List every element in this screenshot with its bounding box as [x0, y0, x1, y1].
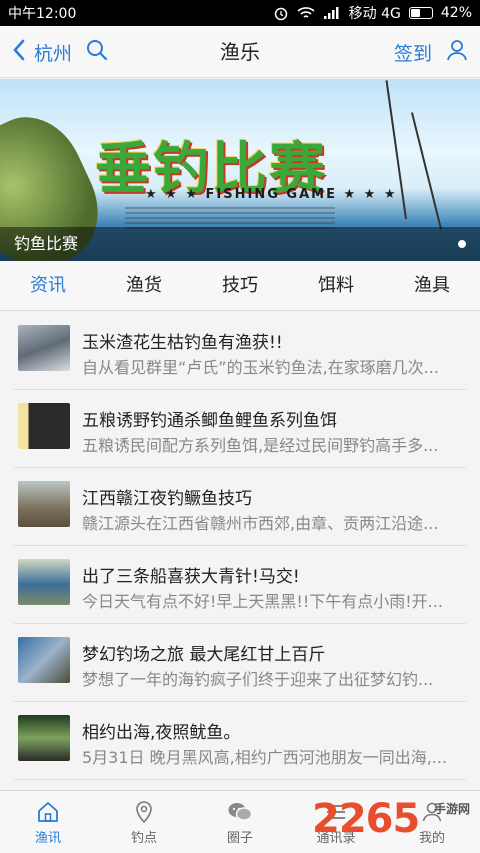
- news-title: 江西赣江夜钓鳜鱼技巧: [82, 489, 252, 509]
- city-selector[interactable]: 杭州: [12, 26, 108, 78]
- tab-skills[interactable]: 技巧: [192, 261, 288, 310]
- news-thumbnail: [18, 715, 70, 761]
- news-summary: 5月31日 晚月黑风高,相约广西河池朋友一同出海,...: [82, 748, 448, 767]
- wifi-icon: [297, 6, 315, 20]
- banner-carousel[interactable]: 垂钓比赛 ★ ★ ★ FISHING GAME ★ ★ ★ 钓鱼比赛: [0, 79, 480, 261]
- location-pin-icon[interactable]: [131, 799, 157, 825]
- bottom-nav: 渔讯 钓点 圈子 通讯录 我的: [0, 790, 480, 853]
- banner-caption: 钓鱼比赛: [0, 227, 480, 261]
- news-title: 相约出海,夜照鱿鱼。: [82, 723, 241, 743]
- news-title: 出了三条船喜获大青针!马交!: [82, 567, 300, 587]
- nav-item-contacts[interactable]: 通讯录: [288, 791, 384, 853]
- home-icon[interactable]: [35, 799, 61, 825]
- nav-label: 通讯录: [316, 830, 356, 846]
- nav-item-profile[interactable]: 我的: [384, 791, 480, 853]
- tab-gear[interactable]: 渔具: [384, 261, 480, 310]
- search-icon[interactable]: [86, 39, 108, 66]
- list-item[interactable]: 江西赣江夜钓鳜鱼技巧 赣江源头在江西省赣州市西郊,由章、贡两江沿途...: [14, 468, 466, 546]
- nav-item-news[interactable]: 渔讯: [0, 791, 96, 853]
- signin-button[interactable]: 签到: [394, 39, 432, 66]
- header-actions: 签到: [394, 26, 468, 78]
- tab-bait[interactable]: 饵料: [288, 261, 384, 310]
- nav-item-spots[interactable]: 钓点: [96, 791, 192, 853]
- list-item[interactable]: 相约出海,夜照鱿鱼。 5月31日 晚月黑风高,相约广西河池朋友一同出海,...: [14, 702, 466, 780]
- news-summary: 赣江源头在江西省赣州市西郊,由章、贡两江沿途...: [82, 514, 439, 533]
- news-summary: 五粮诱民间配方系列鱼饵,是经过民间野钓高手多...: [82, 436, 439, 455]
- news-summary: 梦想了一年的海钓疯子们终于迎来了出征梦幻钓...: [82, 670, 434, 689]
- banner-subtitle: ★ ★ ★ FISHING GAME ★ ★ ★: [145, 187, 398, 202]
- tab-catch[interactable]: 渔货: [96, 261, 192, 310]
- news-thumbnail: [18, 325, 70, 371]
- list-item[interactable]: 出了三条船喜获大青针!马交! 今日天气有点不好!早上天黑黑!!下午有点小雨!开.…: [14, 546, 466, 624]
- news-summary: 今日天气有点不好!早上天黑黑!!下午有点小雨!开...: [82, 592, 443, 611]
- news-thumbnail: [18, 403, 70, 449]
- contacts-icon[interactable]: [323, 799, 349, 825]
- list-item[interactable]: 梦幻钓场之旅 最大尾红甘上百斤 梦想了一年的海钓疯子们终于迎来了出征梦幻钓...: [14, 624, 466, 702]
- status-indicators: 移动 4G 42%: [273, 3, 472, 23]
- news-thumbnail: [18, 637, 70, 683]
- signal-icon: [323, 6, 341, 20]
- user-icon[interactable]: [446, 39, 468, 66]
- nav-label: 钓点: [130, 830, 157, 846]
- tab-news[interactable]: 资讯: [0, 261, 96, 310]
- news-title: 梦幻钓场之旅 最大尾红甘上百斤: [82, 645, 326, 665]
- nav-label: 圈子: [226, 830, 253, 846]
- status-bar: 中午12:00 移动 4G 42%: [0, 0, 480, 26]
- status-time: 中午12:00: [8, 6, 77, 22]
- list-item[interactable]: 玉米渣花生枯钓鱼有渔获!! 自从看见群里“卢氏”的玉米钓鱼法,在家琢磨几次...: [14, 312, 466, 390]
- app-header: 杭州 渔乐 签到: [0, 26, 480, 78]
- carrier-label: 移动 4G: [348, 6, 401, 22]
- news-thumbnail: [18, 559, 70, 605]
- city-label[interactable]: 杭州: [34, 39, 72, 66]
- battery-icon: [408, 7, 433, 19]
- news-thumbnail: [18, 481, 70, 527]
- alarm-icon: [273, 5, 289, 21]
- chat-icon[interactable]: [227, 799, 253, 825]
- back-chevron-icon[interactable]: [12, 39, 26, 66]
- carousel-indicator: [458, 240, 466, 248]
- news-list: 玉米渣花生枯钓鱼有渔获!! 自从看见群里“卢氏”的玉米钓鱼法,在家琢磨几次...…: [0, 312, 480, 790]
- category-tabs: 资讯 渔货 技巧 饵料 渔具: [0, 261, 480, 311]
- nav-label: 渔讯: [34, 830, 61, 846]
- news-summary: 自从看见群里“卢氏”的玉米钓鱼法,在家琢磨几次...: [82, 358, 439, 377]
- fishing-rod: [410, 112, 442, 230]
- news-title: 玉米渣花生枯钓鱼有渔获!!: [82, 333, 283, 353]
- nav-item-circle[interactable]: 圈子: [192, 791, 288, 853]
- nav-label: 我的: [418, 830, 445, 846]
- battery-level: 42%: [440, 5, 472, 21]
- list-item[interactable]: 五粮诱野钓通杀鲫鱼鲤鱼系列鱼饵 五粮诱民间配方系列鱼饵,是经过民间野钓高手多..…: [14, 390, 466, 468]
- user-icon[interactable]: [419, 799, 445, 825]
- news-title: 五粮诱野钓通杀鲫鱼鲤鱼系列鱼饵: [82, 411, 337, 431]
